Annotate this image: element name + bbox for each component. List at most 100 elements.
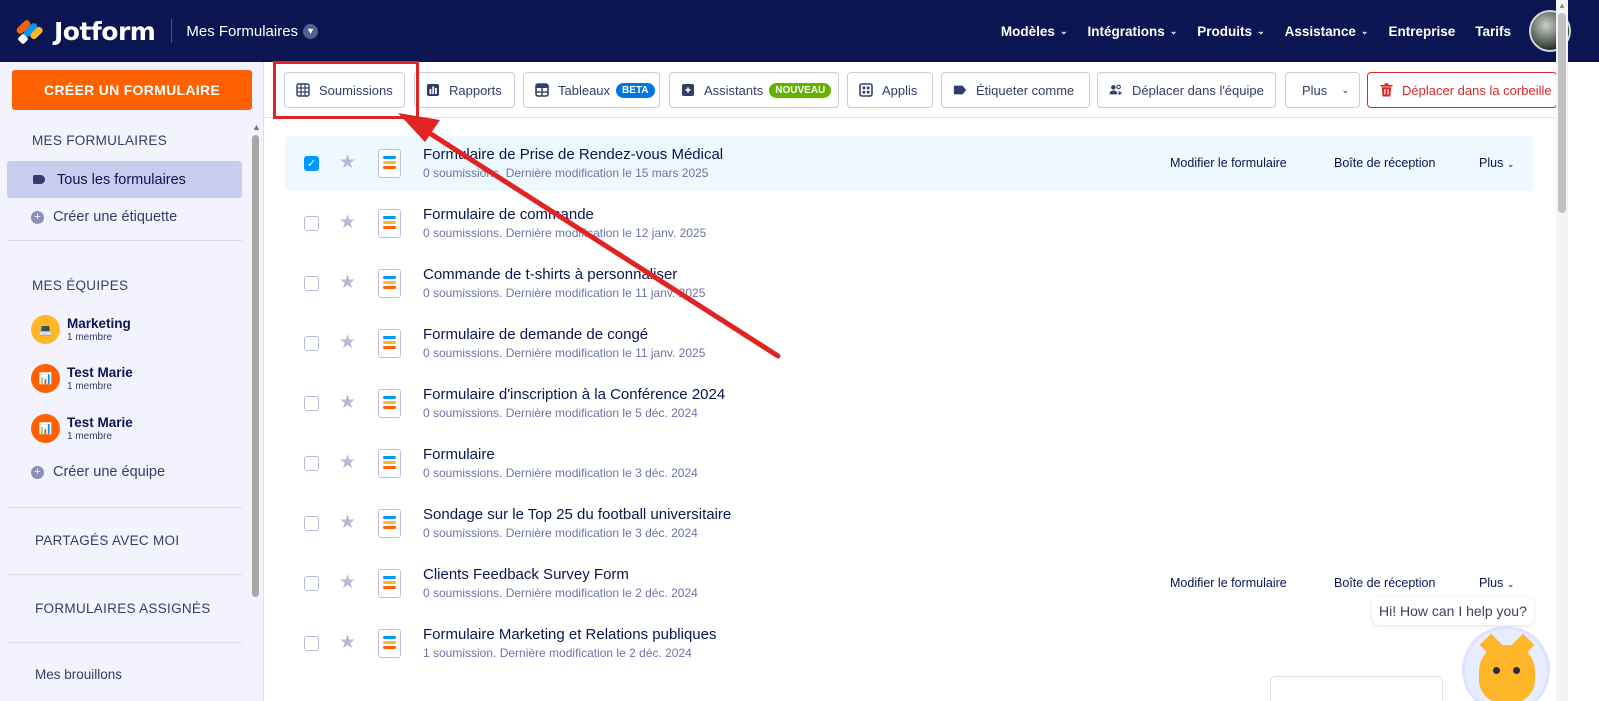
star-icon[interactable]: ★ (339, 631, 356, 654)
nav-pricing[interactable]: Tarifs (1475, 24, 1511, 39)
star-icon[interactable]: ★ (339, 271, 356, 294)
assistants-button[interactable]: Assistants NOUVEAU (669, 72, 839, 108)
create-team-text: Créer une équipe (53, 464, 166, 480)
scroll-up-icon[interactable]: ▲ (252, 122, 261, 132)
bot-face (1479, 645, 1535, 701)
star-icon[interactable]: ★ (339, 571, 356, 594)
form-row[interactable]: ★ Sondage sur le Top 25 du football univ… (285, 496, 1533, 551)
nav-integrations[interactable]: Intégrations ⌄ (1087, 24, 1177, 39)
row-checkbox[interactable] (304, 576, 319, 591)
form-title[interactable]: Formulaire de Prise de Rendez-vous Médic… (423, 146, 723, 163)
reports-label: Rapports (449, 82, 502, 98)
scroll-up-icon[interactable]: ▲ (1558, 1, 1566, 10)
form-icon (378, 389, 401, 418)
divider (7, 240, 242, 241)
row-more-button[interactable]: Plus ⌄ (1479, 156, 1514, 170)
form-title[interactable]: Formulaire d'inscription à la Conférence… (423, 386, 725, 403)
star-icon[interactable]: ★ (339, 511, 356, 534)
form-title[interactable]: Clients Feedback Survey Form (423, 566, 629, 583)
row-checkbox[interactable] (304, 276, 319, 291)
create-team-link[interactable]: + Créer une équipe (31, 464, 165, 480)
star-icon[interactable]: ★ (339, 451, 356, 474)
row-checkbox[interactable] (304, 456, 319, 471)
star-icon[interactable]: ★ (339, 151, 356, 174)
toolbar: Soumissions Rapports Tableaux BETA Assis… (265, 62, 1557, 118)
form-row[interactable]: ★ Commande de t-shirts à personnaliser 0… (285, 256, 1533, 311)
form-title[interactable]: Formulaire (423, 446, 495, 463)
team-item-marketing[interactable]: 💻 Marketing 1 membre (31, 315, 131, 344)
tables-button[interactable]: Tableaux BETA (523, 72, 660, 108)
chevron-down-icon: ⌄ (1360, 25, 1369, 36)
chevron-down-icon: ⌄ (1506, 159, 1515, 169)
my-drafts-item[interactable]: Mes brouillons (35, 667, 122, 682)
shared-with-me-item[interactable]: PARTAGÉS AVEC MOI (35, 533, 179, 548)
jotform-logo[interactable]: Jotform (15, 17, 156, 46)
star-icon[interactable]: ★ (339, 211, 356, 234)
create-label-text: Créer une étiquette (53, 209, 178, 225)
row-checkbox[interactable] (304, 516, 319, 531)
create-label-link[interactable]: + Créer une étiquette (31, 209, 177, 225)
divider (7, 642, 242, 643)
sidebar-item-label: Tous les formulaires (57, 171, 186, 188)
row-checkbox[interactable]: ✓ (304, 156, 319, 171)
nav-products[interactable]: Produits ⌄ (1197, 24, 1264, 39)
team-avatar: 📊 (31, 364, 60, 393)
form-row[interactable]: ★ Formulaire d'inscription à la Conféren… (285, 376, 1533, 431)
apps-icon (859, 83, 873, 97)
notification-card[interactable] (1270, 676, 1443, 701)
form-title[interactable]: Formulaire de commande (423, 206, 594, 223)
inbox-link[interactable]: Boîte de réception (1334, 576, 1435, 590)
move-to-trash-button[interactable]: Déplacer dans la corbeille (1367, 72, 1557, 108)
divider (7, 507, 242, 508)
nav-menu: Modèles ⌄ Intégrations ⌄ Produits ⌄ Assista… (981, 10, 1599, 52)
nav-templates[interactable]: Modèles ⌄ (1001, 24, 1068, 39)
form-row[interactable]: ★ Formulaire de commande 0 soumissions. … (285, 196, 1533, 251)
form-meta: 1 soumission. Dernière modification le 2… (423, 646, 692, 660)
form-row[interactable]: ★ Formulaire 0 soumissions. Dernière mod… (285, 436, 1533, 491)
nav-products-label: Produits (1197, 23, 1253, 39)
more-actions-button[interactable]: Plus ⌄ (1285, 72, 1360, 108)
edit-form-link[interactable]: Modifier le formulaire (1170, 576, 1287, 590)
reports-button[interactable]: Rapports (414, 72, 515, 108)
team-members: 1 membre (67, 332, 113, 343)
tables-label: Tableaux (558, 82, 611, 98)
form-meta: 0 soumissions. Dernière modification le … (423, 586, 698, 600)
chat-greeting[interactable]: Hi! How can I help you? (1372, 597, 1534, 625)
form-title[interactable]: Formulaire de demande de congé (423, 326, 648, 343)
star-icon[interactable]: ★ (339, 331, 356, 354)
row-checkbox[interactable] (304, 636, 319, 651)
form-row[interactable]: ★ Formulaire Marketing et Relations publ… (285, 616, 1533, 671)
team-item-test-marie[interactable]: 📊 Test Marie 1 membre (31, 364, 133, 393)
form-title[interactable]: Sondage sur le Top 25 du football univer… (423, 506, 731, 523)
create-form-button[interactable]: CRÉER UN FORMULAIRE (12, 70, 252, 110)
form-title[interactable]: Commande de t-shirts à personnaliser (423, 266, 677, 283)
workspace-switcher[interactable]: Mes Formulaires ▼ (186, 23, 319, 40)
row-checkbox[interactable] (304, 396, 319, 411)
row-checkbox[interactable] (304, 216, 319, 231)
team-item-test-marie-2[interactable]: 📊 Test Marie 1 membre (31, 414, 133, 443)
page-scrollbar[interactable] (1558, 13, 1566, 213)
edit-form-link[interactable]: Modifier le formulaire (1170, 156, 1287, 170)
sidebar-scrollbar[interactable] (252, 135, 259, 597)
row-more-button[interactable]: Plus ⌄ (1479, 576, 1514, 590)
form-title[interactable]: Formulaire Marketing et Relations publiq… (423, 626, 716, 643)
bot-eye (1493, 667, 1500, 674)
nav-support[interactable]: Assistance ⌄ (1285, 24, 1369, 39)
apps-label: Applis (882, 82, 918, 98)
form-row[interactable]: ★ Formulaire de demande de congé 0 soumi… (285, 316, 1533, 371)
inbox-link[interactable]: Boîte de réception (1334, 156, 1435, 170)
assigned-forms-item[interactable]: FORMULAIRES ASSIGNÉS (35, 601, 211, 616)
team-name: Marketing (67, 316, 131, 331)
form-row[interactable]: ★ Clients Feedback Survey Form 0 soumiss… (285, 556, 1533, 611)
form-row[interactable]: ✓ ★ Formulaire de Prise de Rendez-vous M… (285, 136, 1533, 191)
sidebar-item-all-forms[interactable]: Tous les formulaires (7, 161, 242, 198)
nav-enterprise[interactable]: Entreprise (1388, 24, 1455, 39)
form-meta: 0 soumissions. Dernière modification le … (423, 406, 698, 420)
apps-button[interactable]: Applis (847, 72, 933, 108)
move-to-team-button[interactable]: Déplacer dans l'équipe (1097, 72, 1276, 108)
forms-list: ✓ ★ Formulaire de Prise de Rendez-vous M… (265, 119, 1555, 701)
team-move-icon (1109, 83, 1123, 97)
row-checkbox[interactable] (304, 336, 319, 351)
star-icon[interactable]: ★ (339, 391, 356, 414)
tag-as-button[interactable]: Étiqueter comme (941, 72, 1090, 108)
